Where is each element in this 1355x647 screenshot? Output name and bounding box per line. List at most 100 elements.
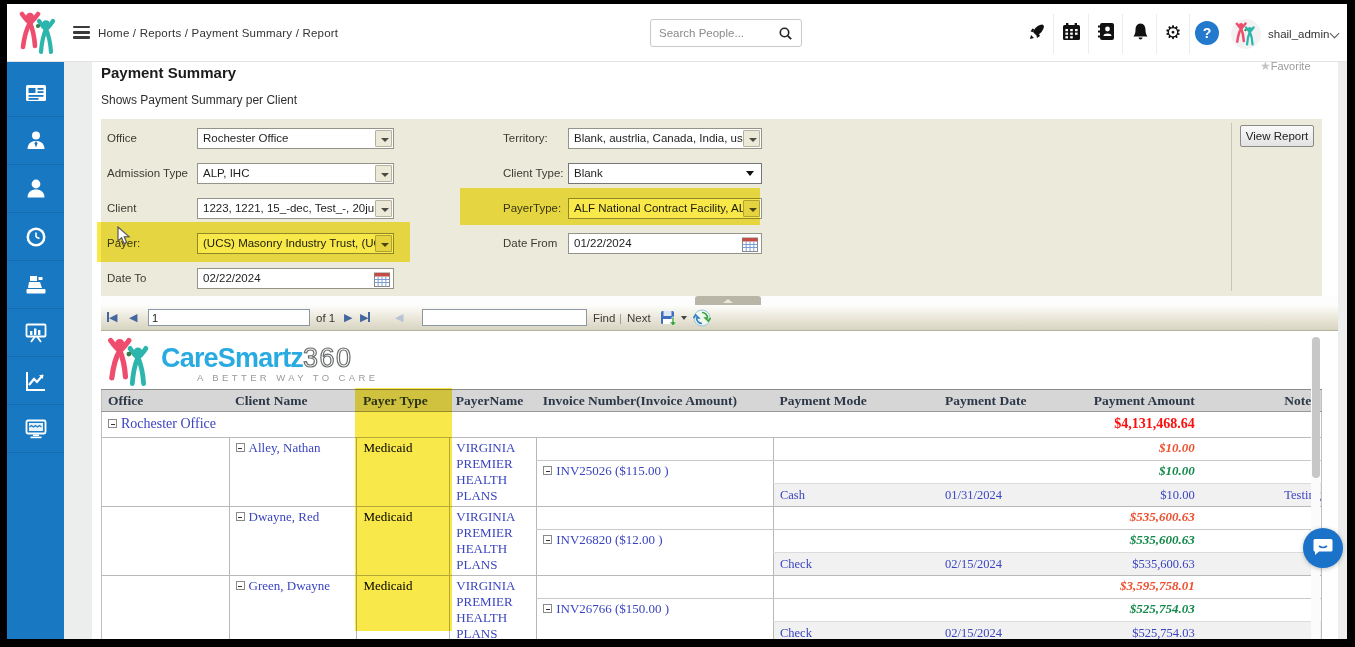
sidebar-item-billing[interactable] <box>7 261 64 309</box>
client-type-select[interactable]: Blank <box>568 163 762 184</box>
collapse-client-icon[interactable] <box>236 443 245 452</box>
collapse-invoice-icon[interactable] <box>543 466 552 475</box>
client-total: $3,595,758.01 <box>1034 576 1199 599</box>
top-bar: Home / Reports / Payment Summary / Repor… <box>7 4 1347 62</box>
sidebar-item-clients[interactable] <box>7 165 64 213</box>
col-office: Office <box>102 390 230 412</box>
sidebar-item-caregivers[interactable] <box>7 117 64 165</box>
chat-button[interactable] <box>1303 528 1343 568</box>
select-arrow-icon <box>746 171 754 176</box>
date-from-label: Date From <box>503 237 557 249</box>
collapse-client-icon[interactable] <box>236 512 245 521</box>
invoice-number[interactable]: INV25026 ($115.00 ) <box>556 463 669 478</box>
collapse-office-icon[interactable] <box>108 419 117 428</box>
calendar-icon[interactable] <box>1060 22 1082 44</box>
invoice-number[interactable]: INV26766 ($150.00 ) <box>556 601 669 616</box>
scrollbar-thumb[interactable] <box>1312 337 1320 478</box>
prev-page-button[interactable]: ◀ <box>129 311 137 324</box>
page-title: Payment Summary <box>101 64 236 81</box>
report-vertical-scrollbar[interactable] <box>1311 337 1320 639</box>
dropdown-arrow-icon[interactable] <box>375 165 392 182</box>
search-people-input[interactable] <box>659 21 774 45</box>
collapse-parameters-handle[interactable] <box>695 296 761 305</box>
chevron-down-icon[interactable] <box>1330 29 1340 39</box>
export-icon[interactable] <box>659 309 677 327</box>
sidebar-item-reports[interactable] <box>7 309 64 357</box>
office-group-name[interactable]: Rochester Office <box>121 416 216 431</box>
separator <box>1053 14 1054 54</box>
client-row: Green, Dwayne Medicaid VIRGINIA PREMIER … <box>102 576 1322 599</box>
office-dropdown[interactable]: Rochester Office <box>197 128 394 149</box>
payer-name-cell: VIRGINIA PREMIER HEALTH PLANS <box>450 576 537 640</box>
sidebar-item-dashboard[interactable] <box>7 69 64 117</box>
dropdown-arrow-icon[interactable] <box>375 200 392 217</box>
refresh-icon[interactable] <box>693 309 711 327</box>
date-to-field[interactable]: 02/22/2024 <box>197 268 394 289</box>
find-text-input[interactable] <box>422 309 587 326</box>
avatar[interactable] <box>1231 19 1261 49</box>
next-page-button[interactable]: ▶ <box>344 311 352 324</box>
search-people-box <box>650 19 802 47</box>
collapse-client-icon[interactable] <box>236 581 245 590</box>
menu-hamburger-icon[interactable] <box>73 26 90 39</box>
invoice-total: $535,600.63 <box>1034 530 1199 553</box>
client-dropdown[interactable]: 1223, 1221, 15_-dec, Test_-, 20ju <box>197 198 394 219</box>
table-header-row: Office Client Name Payer Type PayerName … <box>102 390 1322 412</box>
payer-name-cell: VIRGINIA PREMIER HEALTH PLANS <box>450 438 537 507</box>
collapse-invoice-icon[interactable] <box>543 604 552 613</box>
dropdown-arrow-icon[interactable] <box>743 130 760 147</box>
territory-dropdown[interactable]: Blank, austrlia, Canada, India, usa <box>568 128 762 149</box>
payment-mode: Cash <box>773 484 939 507</box>
export-dropdown-caret[interactable] <box>681 316 687 320</box>
person-icon <box>25 178 47 200</box>
page-subtitle: Shows Payment Summary per Client <box>101 93 297 107</box>
payer-type-cell: Medicaid <box>357 507 450 576</box>
settings-gear-icon[interactable]: ⚙ <box>1162 22 1184 44</box>
contacts-icon[interactable] <box>1095 22 1117 44</box>
col-client-name: Client Name <box>229 390 357 412</box>
find-button[interactable]: Find <box>593 312 615 324</box>
payer-dropdown[interactable]: (UCS) Masonry Industry Trust, (UC <box>197 233 394 254</box>
admission-type-dropdown[interactable]: ALP, IHC <box>197 163 394 184</box>
help-icon[interactable]: ? <box>1195 21 1219 45</box>
sidebar-item-analytics[interactable] <box>7 357 64 405</box>
dropdown-arrow-icon[interactable] <box>375 235 392 252</box>
col-payment-amount: Payment Amount <box>1034 390 1199 412</box>
chat-icon <box>1313 538 1333 556</box>
client-row: Alley, Nathan Medicaid VIRGINIA PREMIER … <box>102 438 1322 461</box>
collapse-invoice-icon[interactable] <box>543 535 552 544</box>
sidebar-item-training[interactable] <box>7 405 64 453</box>
page-number-input[interactable] <box>148 309 310 326</box>
parameters-collapse-strip <box>101 296 1338 305</box>
calendar-picker-icon[interactable] <box>742 237 758 252</box>
report-logo-tagline: A BETTER WAY TO CARE <box>197 372 379 383</box>
client-name[interactable]: Green, Dwayne <box>249 578 331 593</box>
find-next-separator: | <box>619 312 622 324</box>
last-page-button[interactable]: ▶ <box>360 311 370 324</box>
dropdown-arrow-icon[interactable] <box>375 130 392 147</box>
invoice-number[interactable]: INV26820 ($12.00 ) <box>556 532 663 547</box>
client-name[interactable]: Alley, Nathan <box>249 440 321 455</box>
calendar-picker-icon[interactable] <box>374 272 390 287</box>
clock-icon <box>25 226 47 248</box>
username[interactable]: shail_admin <box>1268 28 1329 40</box>
separator <box>1088 14 1089 54</box>
notifications-bell-icon[interactable] <box>1129 22 1151 44</box>
view-report-button[interactable]: View Report <box>1240 125 1314 147</box>
payer-type-dropdown[interactable]: ALF National Contract Facility, ALF <box>568 198 762 219</box>
client-label: Client <box>107 202 136 214</box>
dropdown-arrow-icon[interactable] <box>743 200 760 217</box>
first-page-button[interactable]: ◀ <box>107 311 117 324</box>
search-icon[interactable] <box>779 27 792 40</box>
separator <box>1156 14 1157 54</box>
next-button[interactable]: Next <box>627 312 651 324</box>
office-total: $4,131,468.64 <box>1034 412 1199 438</box>
col-spacer <box>1199 390 1279 412</box>
date-from-field[interactable]: 01/22/2024 <box>568 233 762 254</box>
client-name[interactable]: Dwayne, Red <box>249 509 320 524</box>
breadcrumb[interactable]: Home / Reports / Payment Summary / Repor… <box>98 27 338 39</box>
caregiver-icon <box>25 130 47 152</box>
sidebar-item-scheduling[interactable] <box>7 213 64 261</box>
back-button[interactable]: ◀ <box>395 311 403 324</box>
rocket-icon[interactable] <box>1026 22 1048 44</box>
